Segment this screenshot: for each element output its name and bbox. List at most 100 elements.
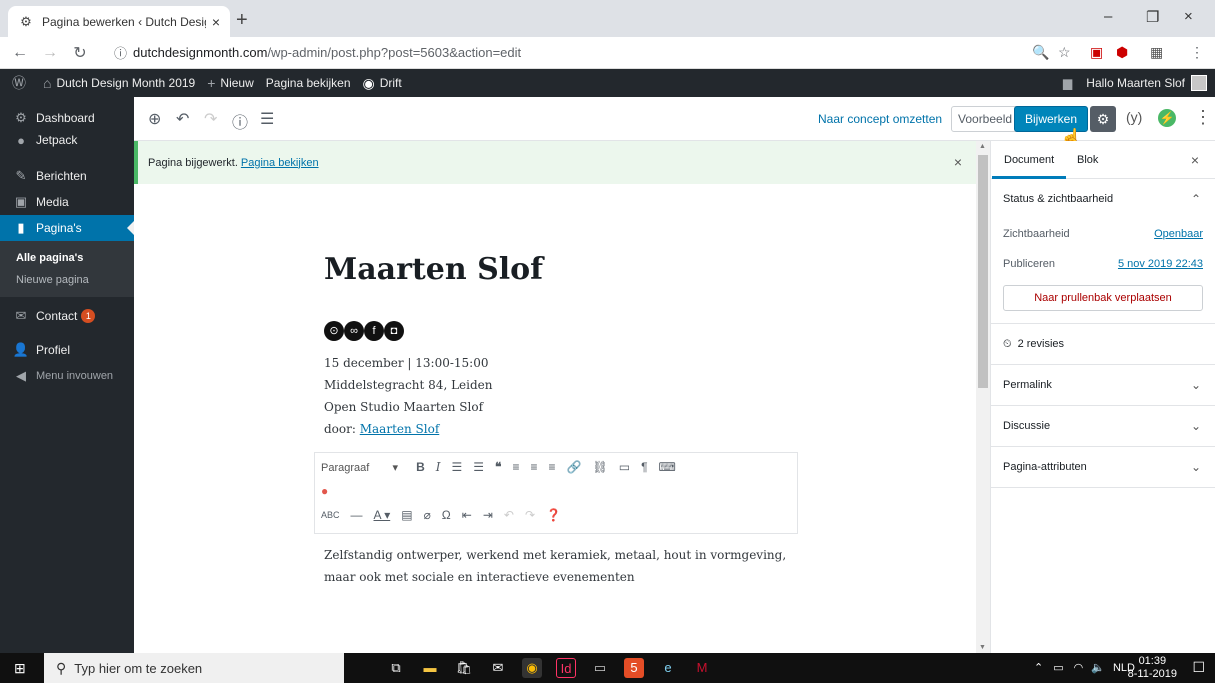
notice-view-page-link[interactable]: Pagina bekijken (241, 157, 319, 169)
task-view-icon[interactable]: ⧉ (386, 658, 406, 678)
permalink-panel[interactable]: Permalink ⌄ (991, 365, 1215, 406)
status-panel-toggle[interactable]: Status & zichtbaarheid ⌃ (991, 179, 1215, 219)
page-attributes-panel[interactable]: Pagina-attributen ⌄ (991, 447, 1215, 488)
computer-icon[interactable]: ▭ (590, 658, 610, 678)
mail-app-icon[interactable]: ✉ (488, 658, 508, 678)
blockquote-icon[interactable]: ❝ (495, 460, 501, 474)
notifications-icon[interactable]: ☐ (1192, 659, 1205, 676)
scroll-up-icon[interactable]: ▲ (979, 143, 986, 150)
new-content-link[interactable]: + Nieuw (207, 75, 254, 91)
read-more-icon[interactable]: ▭ (619, 460, 630, 474)
notice-close-icon[interactable]: × (954, 154, 962, 170)
bold-icon[interactable]: B (416, 460, 425, 474)
add-block-icon[interactable]: ⊕ (148, 109, 161, 129)
chrome-icon[interactable]: ◉ (522, 658, 542, 678)
tab-close-icon[interactable]: × (212, 14, 220, 30)
move-to-trash-button[interactable]: Naar prullenbak verplaatsen (1003, 285, 1203, 311)
outline-icon[interactable]: ☰ (260, 109, 274, 129)
align-left-icon[interactable]: ≡ (512, 460, 519, 474)
sidebar-item-jetpack[interactable]: ● Jetpack (0, 127, 134, 153)
revisions-panel[interactable]: ⏲ 2 revisies (991, 324, 1215, 365)
sidebar-item-collapse[interactable]: ◀ Menu invouwen (0, 363, 134, 389)
publish-date-link[interactable]: 5 nov 2019 22:43 (1118, 258, 1203, 270)
text-color-icon[interactable]: A ▾ (374, 508, 391, 522)
website-icon[interactable]: ∞ (344, 321, 364, 341)
reload-icon[interactable]: ↻ (68, 43, 92, 63)
bookmark-star-icon[interactable]: ☆ (1058, 44, 1071, 61)
paste-text-icon[interactable]: ▤ (401, 508, 412, 522)
tab-block[interactable]: Blok (1077, 154, 1098, 166)
chrome-menu-icon[interactable]: ⋮ (1190, 44, 1204, 61)
facebook-icon[interactable]: f (364, 321, 384, 341)
toolbar-redo-icon[interactable]: ↷ (525, 508, 535, 522)
adblock-icon[interactable]: ⬢ (1116, 44, 1128, 61)
forward-icon[interactable]: → (38, 44, 62, 62)
sidebar-item-media[interactable]: ▣ Media (0, 189, 134, 215)
wifi-icon[interactable]: ◠ (1074, 661, 1084, 674)
wordpress-logo-icon[interactable]: Ⓦ (12, 73, 31, 93)
redo-icon[interactable]: ↷ (204, 109, 217, 129)
minimize-icon[interactable]: – (1104, 8, 1112, 25)
mcafee-icon[interactable]: M (692, 658, 712, 678)
jetpack-bolt-icon[interactable]: ⚡ (1158, 109, 1176, 127)
extension-icon[interactable]: ▦ (1150, 44, 1163, 61)
browser-tab[interactable]: ⚙ Pagina bewerken ‹ Dutch Design × (8, 6, 230, 37)
settings-close-icon[interactable]: × (1191, 152, 1199, 168)
editor-scrollbar[interactable]: ▲ ▼ (976, 141, 990, 653)
indesign-icon[interactable]: Id (556, 658, 576, 678)
settings-gear-icon[interactable]: ⚙ (1090, 106, 1116, 132)
post-title[interactable]: Maarten Slof (324, 252, 543, 287)
help-icon[interactable]: ❓ (546, 508, 561, 522)
tray-chevron-icon[interactable]: ⌃ (1034, 661, 1043, 674)
notification-icon[interactable]: ▆ (1063, 76, 1072, 90)
html5-app-icon[interactable]: 5 (624, 658, 644, 678)
tray-device-icon[interactable]: ▭ (1053, 661, 1063, 674)
numbered-list-icon[interactable]: ☰ (473, 460, 484, 474)
clock[interactable]: 01:39 8-11-2019 (1128, 655, 1177, 681)
user-greeting[interactable]: Hallo Maarten Slof (1086, 76, 1185, 90)
description-paragraph[interactable]: Zelfstandig ontwerper, werkend met keram… (324, 544, 814, 588)
preview-button[interactable]: Voorbeeld (951, 106, 1020, 132)
italic-icon[interactable]: I (436, 460, 441, 474)
submenu-new-page[interactable]: Nieuwe pagina (0, 269, 134, 291)
more-options-icon[interactable]: ⋮ (1194, 107, 1212, 128)
keyboard-icon[interactable]: ⌨ (659, 460, 676, 474)
instagram-icon[interactable]: ◘ (384, 321, 404, 341)
scrollbar-thumb[interactable] (978, 155, 988, 388)
paragraph-format-select[interactable]: Paragraaf ▾ (321, 461, 398, 474)
align-center-icon[interactable]: ≡ (531, 460, 538, 474)
new-tab-button[interactable]: + (236, 9, 248, 32)
switch-to-draft-button[interactable]: Naar concept omzetten (818, 112, 942, 126)
tab-document[interactable]: Document (991, 154, 1067, 179)
indent-icon[interactable]: ⇥ (483, 508, 493, 522)
window-close-icon[interactable]: × (1184, 8, 1193, 25)
bullet-list-icon[interactable]: ☰ (451, 460, 462, 474)
discussion-panel[interactable]: Discussie ⌄ (991, 406, 1215, 447)
undo-icon[interactable]: ↶ (176, 109, 189, 129)
sidebar-item-posts[interactable]: ✎ Berichten (0, 163, 134, 189)
file-explorer-icon[interactable]: ▬ (420, 658, 440, 678)
store-icon[interactable]: 🛍 (454, 658, 474, 678)
strikethrough-icon[interactable]: ABC (321, 510, 340, 520)
align-right-icon[interactable]: ≡ (549, 460, 556, 474)
restore-icon[interactable]: ❐ (1146, 8, 1159, 26)
toolbar-undo-icon[interactable]: ↶ (504, 508, 514, 522)
windows-start-icon[interactable]: ⊞ (14, 660, 26, 677)
location-icon[interactable]: ⊙ (324, 321, 344, 341)
avatar[interactable] (1191, 75, 1207, 91)
clear-formatting-icon[interactable]: ⌀ (424, 508, 431, 522)
special-character-icon[interactable]: Ω (442, 508, 451, 522)
yoast-icon[interactable]: (y) (1126, 109, 1142, 125)
toolbar-toggle-icon[interactable]: ● (321, 484, 328, 498)
sidebar-item-profile[interactable]: 👤 Profiel (0, 337, 134, 363)
submenu-all-pages[interactable]: Alle pagina's (0, 247, 134, 269)
outdent-icon[interactable]: ⇤ (462, 508, 472, 522)
sidebar-item-pages[interactable]: ▮ Pagina's (0, 215, 134, 241)
info-icon[interactable]: ⓘ (114, 43, 127, 62)
url-field[interactable]: ⓘ dutchdesignmonth.com /wp-admin/post.ph… (114, 43, 521, 62)
back-icon[interactable]: ← (8, 44, 32, 62)
scroll-down-icon[interactable]: ▼ (979, 644, 986, 651)
volume-icon[interactable]: 🔈 (1091, 661, 1105, 674)
ie-icon[interactable]: e (658, 658, 678, 678)
paragraph-mark-icon[interactable]: ¶ (641, 460, 647, 474)
